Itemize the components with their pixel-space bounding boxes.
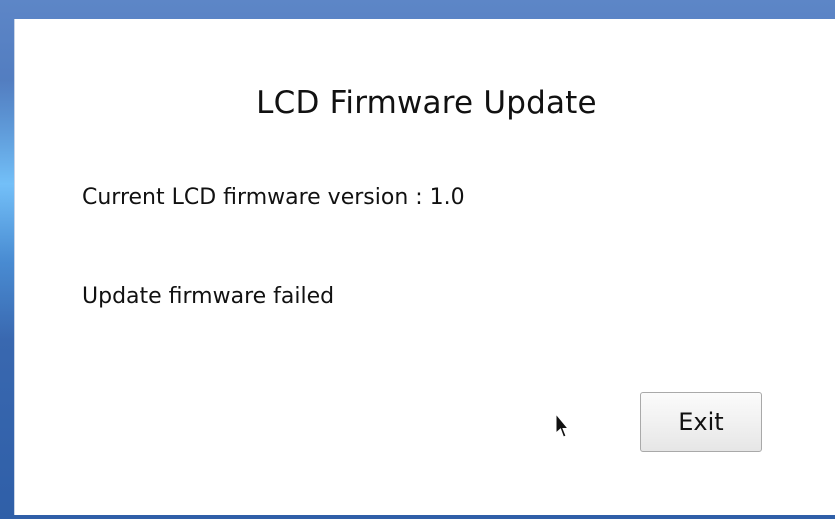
firmware-version-line: Current LCD firmware version : 1.0 [82, 185, 465, 210]
mouse-pointer-icon [555, 413, 569, 438]
desktop-background-glow [0, 80, 14, 340]
firmware-version-label: Current LCD firmware version : [82, 185, 430, 210]
exit-button[interactable]: Exit [640, 392, 762, 452]
firmware-version-value: 1.0 [429, 185, 465, 210]
update-status-message: Update firmware failed [82, 284, 335, 309]
firmware-update-dialog: LCD Firmware Update Current LCD firmware… [14, 19, 835, 515]
dialog-title: LCD Firmware Update [256, 85, 597, 121]
